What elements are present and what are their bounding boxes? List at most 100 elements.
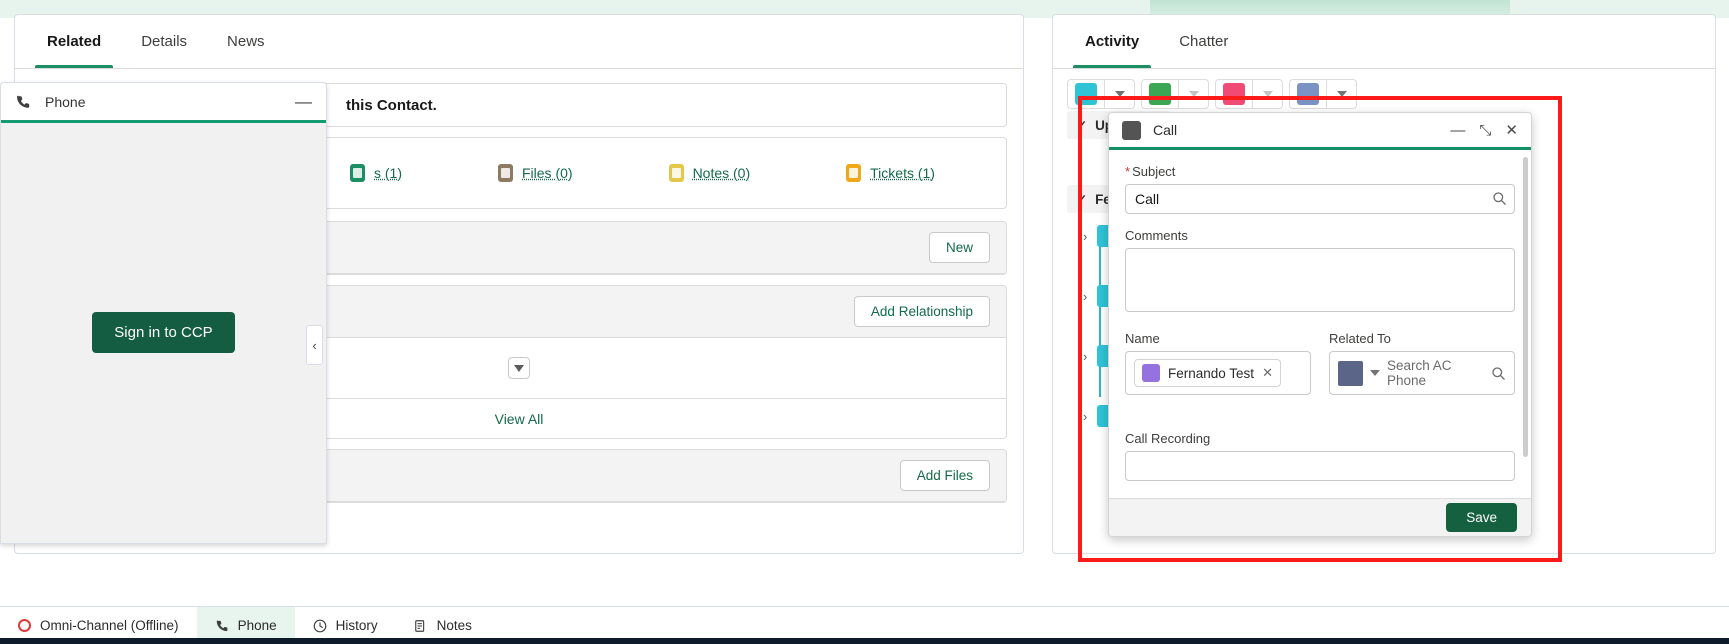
clock-icon: [313, 619, 326, 632]
quicklink-label: Tickets (1): [870, 165, 935, 181]
subject-label: * Subject: [1125, 164, 1515, 179]
related-to-lookup-field[interactable]: Search AC Phone: [1329, 351, 1515, 395]
phone-icon: [216, 619, 227, 631]
tab-activity[interactable]: Activity: [1065, 16, 1159, 68]
new-task-group: [1141, 79, 1209, 109]
comments-textarea[interactable]: [1125, 248, 1515, 312]
name-label: Name: [1125, 331, 1160, 346]
app-root: Related Details News this Contact. s (1)…: [0, 0, 1729, 644]
new-event-group: [1215, 79, 1283, 109]
tab-news[interactable]: News: [207, 16, 285, 68]
quicklink-notes[interactable]: Notes (0): [668, 164, 750, 182]
row-actions-dropdown[interactable]: [508, 357, 530, 379]
sign-in-to-ccp-button[interactable]: Sign in to CCP: [92, 312, 235, 353]
call-modal-title: Call: [1153, 122, 1178, 138]
email-dropdown[interactable]: [1327, 79, 1357, 109]
chevron-down-icon[interactable]: [1370, 370, 1380, 376]
log-call-group: [1067, 79, 1135, 109]
related-to-col: Related To Search AC Phone: [1329, 331, 1515, 395]
log-a-call-button[interactable]: [1067, 79, 1105, 109]
minimize-icon[interactable]: —: [1450, 123, 1465, 138]
utility-item-label: Omni-Channel (Offline): [40, 618, 179, 633]
name-lookup-field[interactable]: Fernando Test ✕: [1125, 351, 1311, 395]
view-all-link[interactable]: View All: [495, 411, 544, 427]
sidebar-collapse-toggle[interactable]: ‹: [306, 325, 323, 365]
screen-bottom-strip: [0, 638, 1729, 644]
new-button[interactable]: New: [928, 232, 990, 263]
tab-details[interactable]: Details: [121, 16, 207, 68]
notes-icon: [414, 619, 424, 632]
name-pill-label: Fernando Test: [1168, 365, 1255, 381]
new-task-button[interactable]: [1141, 79, 1179, 109]
add-files-button[interactable]: Add Files: [899, 460, 990, 491]
related-to-placeholder: Search AC Phone: [1387, 358, 1452, 388]
email-group: [1289, 79, 1357, 109]
related-to-label: Related To: [1329, 331, 1391, 346]
call-modal-body: *Subject Comments Name Fernando Test: [1109, 150, 1531, 500]
name-relatedto-row: Name Fernando Test ✕ Related To Search A…: [1125, 331, 1515, 395]
call-modal-header: Call — ⤡ ✕: [1109, 113, 1531, 150]
softphone-body: Sign in to CCP: [1, 123, 326, 542]
check-icon: ✓: [1077, 118, 1088, 132]
chevron-right-icon: ›: [1083, 408, 1088, 424]
activity-action-buttons: [1053, 69, 1715, 109]
calendar-icon: [1223, 83, 1245, 105]
subject-field-wrap: [1125, 184, 1515, 214]
save-button[interactable]: Save: [1446, 503, 1517, 532]
new-event-dropdown[interactable]: [1253, 79, 1283, 109]
chevron-right-icon: ›: [1083, 348, 1088, 364]
chevron-right-icon: ›: [1083, 288, 1088, 304]
utility-item-label: Phone: [237, 618, 277, 633]
name-field-col: Name Fernando Test ✕: [1125, 331, 1311, 395]
new-event-button[interactable]: [1215, 79, 1253, 109]
chevron-down-icon: [1262, 91, 1273, 97]
quicklink-tickets[interactable]: Tickets (1): [846, 164, 935, 182]
timeline-connector: [1099, 245, 1101, 397]
call-modal-footer: Save: [1109, 498, 1531, 536]
subject-input[interactable]: [1125, 184, 1515, 214]
chevron-down-icon: [1188, 91, 1199, 97]
name-pill[interactable]: Fernando Test ✕: [1134, 359, 1281, 387]
expand-icon[interactable]: ⤡: [1479, 123, 1491, 138]
required-marker: *: [1125, 164, 1131, 179]
chevron-down-icon: [1336, 91, 1347, 97]
relationship-icon: [350, 164, 365, 182]
new-task-dropdown[interactable]: [1179, 79, 1209, 109]
phone-log-icon: [1075, 83, 1097, 105]
tab-related[interactable]: Related: [27, 16, 121, 68]
quicklink-relationships[interactable]: s (1): [350, 164, 402, 182]
quicklink-label: s (1): [374, 165, 402, 181]
call-modal: Call — ⤡ ✕ *Subject Comments: [1108, 112, 1532, 537]
quicklink-files[interactable]: Files (0): [498, 164, 573, 182]
call-icon: [1122, 120, 1141, 140]
email-button[interactable]: [1289, 79, 1327, 109]
contact-note-text: this Contact.: [346, 96, 437, 114]
quicklink-label: Files (0): [522, 165, 573, 181]
utility-item-label: History: [335, 618, 378, 633]
record-tab-list: Related Details News: [15, 15, 1023, 69]
add-relationship-button[interactable]: Add Relationship: [853, 296, 990, 327]
search-icon: [1492, 366, 1505, 380]
files-icon: [498, 164, 513, 182]
chevron-down-icon: [514, 364, 524, 372]
tab-chatter[interactable]: Chatter: [1159, 16, 1248, 68]
softphone-minimize-button[interactable]: —: [295, 93, 312, 110]
close-icon[interactable]: ✕: [1505, 123, 1518, 138]
chevron-down-icon: [1114, 91, 1125, 97]
chevron-right-icon: ›: [1083, 228, 1088, 244]
comments-label: Comments: [1125, 228, 1188, 243]
modal-scrollbar[interactable]: [1523, 157, 1528, 457]
log-a-call-dropdown[interactable]: [1105, 79, 1135, 109]
softphone-panel: Phone — Sign in to CCP: [0, 82, 327, 544]
tickets-icon: [846, 164, 862, 182]
remove-name-icon[interactable]: ✕: [1262, 365, 1273, 381]
task-icon: [1149, 83, 1171, 105]
circle-icon: [18, 619, 31, 632]
utility-item-label: Notes: [436, 618, 472, 633]
notes-icon: [668, 164, 684, 182]
call-recording-input[interactable]: [1125, 451, 1515, 481]
softphone-header: Phone —: [1, 83, 326, 123]
subject-label-text: Subject: [1132, 164, 1176, 179]
call-recording-label: Call Recording: [1125, 431, 1211, 446]
check-icon: ✓: [1077, 192, 1088, 206]
